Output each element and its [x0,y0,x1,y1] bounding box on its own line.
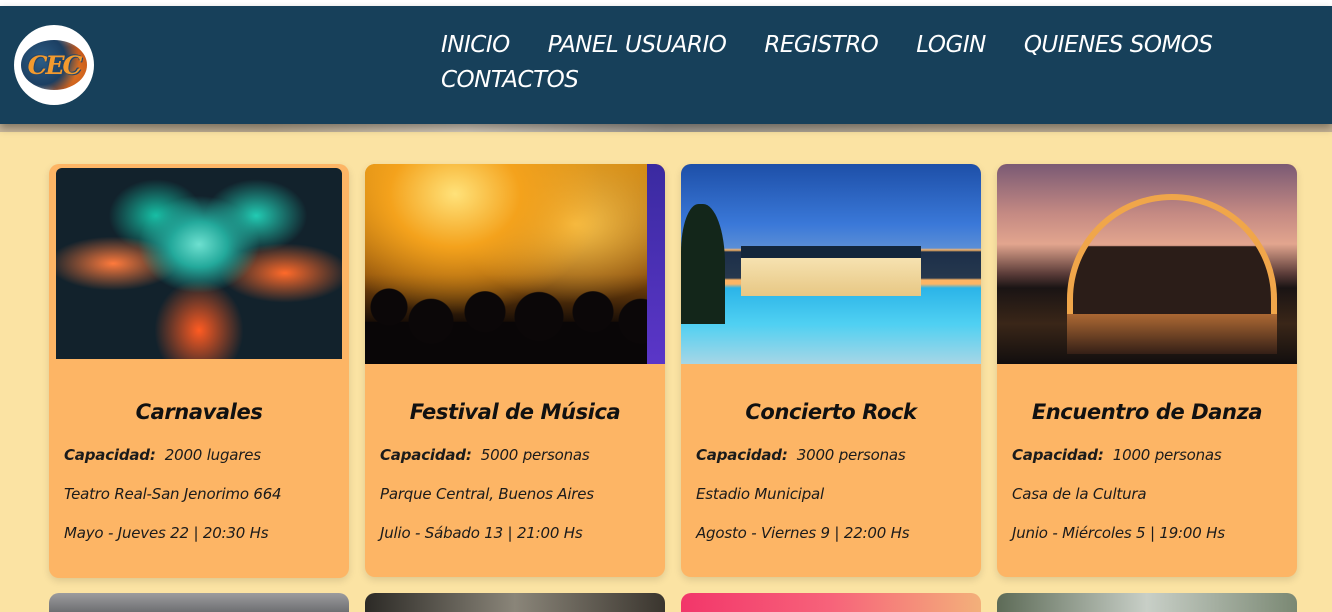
capacity-label: Capacidad: [380,446,472,464]
event-card-concierto-rock[interactable]: Concierto Rock Capacidad: 3000 personas … [681,164,981,577]
nav-link-inicio[interactable]: INICIO [441,32,510,59]
event-date: Junio - Miércoles 5 | 19:00 Hs [1012,524,1225,542]
event-image-encuentro-de-danza [997,164,1297,364]
capacity-value: 3000 personas [796,446,906,464]
event-capacity: Capacidad: 3000 personas [696,446,966,464]
event-card-festival-de-musica[interactable]: Festival de Música Capacidad: 5000 perso… [365,164,665,577]
capacity-value: 2000 lugares [164,446,261,464]
site-logo[interactable]: CEC [14,25,94,105]
nav-link-quienes-somos[interactable]: QUIENES SOMOS [1024,32,1213,59]
building-graphic [741,246,921,296]
stage-light [647,164,665,364]
capacity-label: Capacidad: [1012,446,1104,464]
nav-link-panel-usuario[interactable]: PANEL USUARIO [548,32,727,59]
capacity-label: Capacidad: [696,446,788,464]
event-title: Encuentro de Danza [1031,400,1263,424]
event-date: Julio - Sábado 13 | 21:00 Hs [380,524,583,542]
event-title: Carnavales [135,400,263,424]
main-nav: INICIO PANEL USUARIO REGISTRO LOGIN QUIE… [441,32,1261,94]
nav-link-login[interactable]: LOGIN [916,32,986,59]
nav-link-contactos[interactable]: CONTACTOS [441,67,579,94]
event-card-encuentro-de-danza[interactable]: Encuentro de Danza Capacidad: 1000 perso… [997,164,1297,577]
event-image-concierto-rock [681,164,981,364]
nav-link-registro[interactable]: REGISTRO [764,32,878,59]
event-cards: Carnavales Capacidad: 2000 lugares Teatr… [49,164,1299,578]
capacity-label: Capacidad: [64,446,156,464]
crowd-silhouette [365,269,665,364]
logo-text: CEC [27,50,83,80]
event-image-festival-de-musica [365,164,665,364]
event-card-partial[interactable] [997,593,1297,612]
event-image-carnavales [56,168,342,359]
event-cards-row-2 [49,593,1299,612]
event-card-partial[interactable] [49,593,349,612]
capacity-value: 1000 personas [1112,446,1222,464]
water-reflection [1067,314,1277,354]
event-place: Teatro Real-San Jenorimo 664 [64,485,282,503]
event-date: Mayo - Jueves 22 | 20:30 Hs [64,524,269,542]
event-title: Concierto Rock [745,400,917,424]
event-date: Agosto - Viernes 9 | 22:00 Hs [696,524,910,542]
event-place: Estadio Municipal [696,485,825,503]
event-card-partial[interactable] [681,593,981,612]
event-capacity: Capacidad: 2000 lugares [64,446,334,464]
event-place: Parque Central, Buenos Aires [380,485,594,503]
event-card-carnavales[interactable]: Carnavales Capacidad: 2000 lugares Teatr… [49,164,349,578]
capacity-value: 5000 personas [480,446,590,464]
event-title: Festival de Música [409,400,621,424]
event-place: Casa de la Cultura [1012,485,1147,503]
event-card-partial[interactable] [365,593,665,612]
trees-silhouette [681,204,725,324]
arch-building-graphic [1067,194,1277,314]
event-capacity: Capacidad: 5000 personas [380,446,650,464]
site-header: CEC INICIO PANEL USUARIO REGISTRO LOGIN … [0,6,1332,124]
event-capacity: Capacidad: 1000 personas [1012,446,1282,464]
